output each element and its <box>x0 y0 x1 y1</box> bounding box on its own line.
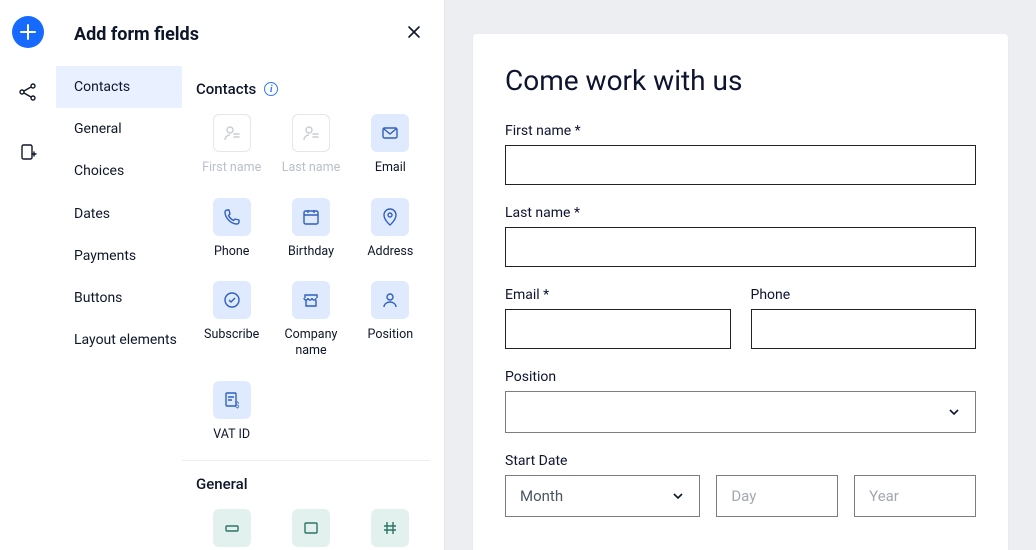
tile-label: Last name <box>282 160 340 176</box>
share-icon <box>18 82 38 102</box>
year-input[interactable]: Year <box>854 475 976 517</box>
close-button[interactable] <box>402 20 426 48</box>
form-card: Come work with us First name * Last name… <box>473 34 1008 550</box>
location-icon <box>371 198 409 236</box>
tile-vat-id[interactable]: $ VAT ID <box>196 381 267 443</box>
category-contacts[interactable]: Contacts <box>56 66 182 108</box>
person-outline-icon <box>371 281 409 319</box>
section-contacts: Contacts i First name Last name Email Phone Bi… <box>182 66 430 460</box>
tile-birthday[interactable]: Birthday <box>275 198 346 260</box>
tile-label: VAT ID <box>213 427 250 443</box>
section-title: General <box>196 475 248 493</box>
tile-short-answer[interactable]: Short answer <box>196 509 267 550</box>
section-general: General Short answerLong answerNumber <box>182 460 430 550</box>
person-icon <box>292 114 330 152</box>
phone-icon <box>213 198 251 236</box>
category-general[interactable]: General <box>56 108 182 150</box>
tile-email[interactable]: Email <box>355 114 426 176</box>
start-date-label: Start Date <box>505 453 976 469</box>
hash-icon <box>371 509 409 547</box>
vat-icon: $ <box>213 381 251 419</box>
tile-address[interactable]: Address <box>355 198 426 260</box>
short-answer-icon <box>213 509 251 547</box>
add-button[interactable] <box>12 16 44 48</box>
first-name-label: First name * <box>505 123 976 139</box>
chevron-down-icon <box>947 405 961 419</box>
position-select[interactable] <box>505 391 976 433</box>
phone-input[interactable] <box>751 309 977 349</box>
tile-label: Phone <box>214 244 249 260</box>
section-title: Contacts <box>196 80 256 98</box>
tile-company-name[interactable]: Company name <box>275 281 346 358</box>
connections-button[interactable] <box>12 76 44 108</box>
store-icon <box>292 281 330 319</box>
tile-subscribe[interactable]: Subscribe <box>196 281 267 358</box>
close-icon <box>406 24 422 40</box>
fields-scroll[interactable]: Contacts i First name Last name Email Phone Bi… <box>182 66 444 550</box>
long-answer-icon <box>292 509 330 547</box>
tile-position[interactable]: Position <box>355 281 426 358</box>
tile-phone[interactable]: Phone <box>196 198 267 260</box>
tile-last-name: Last name <box>275 114 346 176</box>
category-buttons[interactable]: Buttons <box>56 277 182 319</box>
left-rail <box>0 0 56 550</box>
month-placeholder: Month <box>520 487 563 505</box>
calendar-icon <box>292 198 330 236</box>
last-name-input[interactable] <box>505 227 976 267</box>
tile-label: Company name <box>275 327 346 358</box>
info-icon[interactable]: i <box>264 82 278 96</box>
plus-icon <box>19 23 37 41</box>
tile-number[interactable]: Number <box>355 509 426 550</box>
panel-title: Add form fields <box>74 24 199 45</box>
last-name-label: Last name * <box>505 205 976 221</box>
phone-label: Phone <box>751 287 977 303</box>
tile-label: Position <box>368 327 414 343</box>
category-payments[interactable]: Payments <box>56 235 182 277</box>
person-icon <box>213 114 251 152</box>
email-label: Email * <box>505 287 731 303</box>
tile-label: First name <box>202 160 261 176</box>
tile-label: Subscribe <box>204 327 259 343</box>
add-page-button[interactable] <box>12 136 44 168</box>
category-layout-elements[interactable]: Layout elements <box>56 319 182 361</box>
tile-first-name: First name <box>196 114 267 176</box>
email-icon <box>371 114 409 152</box>
tile-label: Address <box>367 244 413 260</box>
chevron-down-icon <box>671 489 685 503</box>
tile-label: Birthday <box>288 244 334 260</box>
month-select[interactable]: Month <box>505 475 700 517</box>
svg-text:$: $ <box>235 401 240 410</box>
category-list: ContactsGeneralChoicesDatesPaymentsButto… <box>56 66 182 550</box>
category-choices[interactable]: Choices <box>56 150 182 192</box>
first-name-input[interactable] <box>505 145 976 185</box>
position-label: Position <box>505 369 976 385</box>
check-circle-icon <box>213 281 251 319</box>
form-title: Come work with us <box>505 64 976 97</box>
tile-label: Email <box>375 160 406 176</box>
day-input[interactable]: Day <box>716 475 838 517</box>
email-input[interactable] <box>505 309 731 349</box>
category-dates[interactable]: Dates <box>56 193 182 235</box>
add-fields-panel: Add form fields ContactsGeneralChoicesDa… <box>56 0 445 550</box>
tile-long-answer[interactable]: Long answer <box>275 509 346 550</box>
form-canvas: Come work with us First name * Last name… <box>445 0 1036 550</box>
page-add-icon <box>18 142 38 162</box>
